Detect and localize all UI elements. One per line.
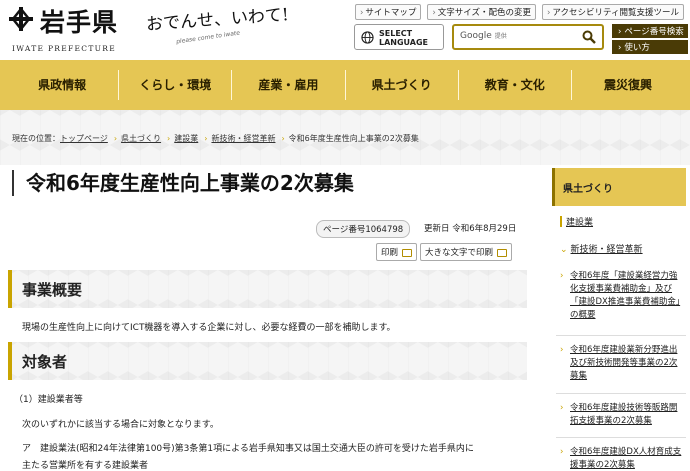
section-heading-label: 対象者	[22, 353, 68, 371]
arrow-icon: ›	[560, 447, 564, 457]
arrow-icon: ›	[618, 27, 622, 37]
section-heading-overview: 事業概要	[8, 270, 527, 308]
catchphrase: おでんせ、いわて!	[145, 5, 290, 35]
nav-item-living-environment[interactable]: くらし・環境	[119, 70, 233, 100]
global-navigation: 県政情報 くらし・環境 産業・雇用 県土づくり 教育・文化 震災復興	[0, 60, 690, 110]
page-number-badge: ページ番号1064798	[316, 220, 411, 238]
updated-date: 更新日 令和6年8月29日	[424, 224, 517, 234]
print-button[interactable]: 印刷	[376, 243, 418, 261]
chevron-right-icon: ›	[204, 134, 208, 143]
accent-bar	[560, 216, 562, 227]
nav-item-industry-employment[interactable]: 産業・雇用	[232, 70, 346, 100]
sidebar-subitem[interactable]: › 令和6年度「建設業経営力強化支援事業費補助金」及び「建設DX推進事業費補助金」…	[556, 266, 686, 336]
search-icon[interactable]	[582, 30, 596, 44]
nav-item-land-development[interactable]: 県土づくり	[346, 70, 459, 100]
eligibility-line: 次のいずれかに該当する場合に対象となります。	[22, 420, 219, 430]
printer-icon	[497, 248, 508, 257]
arrow-icon: ›	[560, 271, 564, 281]
chevron-right-icon: ›	[113, 134, 118, 143]
text-size-color-link[interactable]: › 文字サイズ・配色の変更	[427, 4, 537, 20]
section-heading-eligibility: 対象者	[8, 342, 527, 380]
chevron-right-icon: ›	[167, 134, 171, 143]
arrow-icon: ›	[560, 345, 564, 355]
breadcrumb-current: 令和6年度生産性向上事業の2次募集	[288, 134, 419, 143]
sidebar-heading[interactable]: 県土づくり	[552, 168, 686, 206]
utility-links: › サイトマップ › 文字サイズ・配色の変更 › アクセシビリティ閲覧支援ツール	[354, 4, 684, 20]
eligibility-line: （1）建設業者等	[14, 395, 83, 405]
site-search-input[interactable]: Google 提供	[452, 24, 604, 50]
breadcrumb-link-new-tech[interactable]: 新技術・経営革新	[211, 134, 275, 143]
sidebar-subitem[interactable]: › 令和6年度建設DX人材育成支援事業の2次募集	[556, 442, 686, 471]
arrow-icon: ›	[359, 8, 364, 18]
arrow-icon: ›	[547, 8, 551, 18]
printer-icon	[402, 248, 413, 257]
chevron-down-icon: ⌄	[560, 245, 568, 255]
globe-icon	[361, 31, 374, 44]
eligibility-line: 主たる営業所を有する建設業者	[22, 461, 149, 471]
search-provider: Google 提供	[460, 31, 507, 41]
nav-item-prefectural-admin[interactable]: 県政情報	[6, 70, 120, 100]
breadcrumb: 現在の位置：トップページ › 県土づくり › 建設業 › 新技術・経営革新 › 令和6年度生産性…	[12, 134, 419, 143]
how-to-use-button[interactable]: › 使い方	[612, 40, 688, 54]
sidebar-item-new-tech[interactable]: ⌄ 新技術・経営革新	[560, 242, 643, 255]
nav-item-disaster-recovery[interactable]: 震災復興	[572, 70, 684, 100]
breadcrumb-link-land[interactable]: 県土づくり	[121, 134, 161, 143]
overview-text: 現場の生産性向上に向けてICT機器を導入する企業に対し、必要な経費の一部を補助し…	[22, 323, 396, 333]
arrow-icon: ›	[618, 43, 622, 53]
breadcrumb-link-top[interactable]: トップページ	[60, 134, 108, 143]
heading-accent-bar	[8, 342, 12, 380]
heading-accent-bar	[8, 270, 12, 308]
arrow-icon: ›	[432, 8, 436, 18]
accessibility-tool-link[interactable]: › アクセシビリティ閲覧支援ツール	[542, 4, 684, 20]
print-large-text-button[interactable]: 大きな文字で印刷	[420, 243, 513, 261]
site-header: 岩手県 IWATE PREFECTURE おでんせ、いわて! please co…	[0, 0, 690, 60]
chevron-right-icon: ›	[281, 134, 285, 143]
breadcrumb-link-construction[interactable]: 建設業	[174, 134, 198, 143]
arrow-icon: ›	[560, 403, 564, 413]
sitemap-link[interactable]: › サイトマップ	[354, 4, 422, 20]
sidebar-subitem[interactable]: › 令和6年度建設業新分野進出及び新技術開発等事業の2次募集	[556, 340, 686, 394]
sidebar-item-construction[interactable]: 建設業	[560, 215, 593, 228]
select-language-button[interactable]: SELECT LANGUAGE	[354, 24, 444, 50]
site-logo-text[interactable]: 岩手県	[40, 3, 118, 39]
nav-item-education-culture[interactable]: 教育・文化	[459, 70, 572, 100]
section-heading-label: 事業概要	[22, 281, 83, 299]
header-side-buttons: › ページ番号検索 › 使い方	[612, 24, 688, 56]
page-title: 令和6年度生産性向上事業の2次募集	[12, 170, 354, 196]
sidebar-subitem[interactable]: › 令和6年度建設技術等販路開拓支援事業の2次募集	[556, 398, 686, 438]
prefecture-emblem-icon[interactable]	[8, 6, 34, 32]
eligibility-line: ア 建設業法(昭和24年法律第100号)第3条第1項による岩手県知事又は国土交通…	[22, 444, 474, 454]
site-logo-subtitle: IWATE PREFECTURE	[12, 44, 116, 53]
page-number-search-button[interactable]: › ページ番号検索	[612, 24, 688, 38]
select-language-label: SELECT LANGUAGE	[379, 29, 429, 47]
